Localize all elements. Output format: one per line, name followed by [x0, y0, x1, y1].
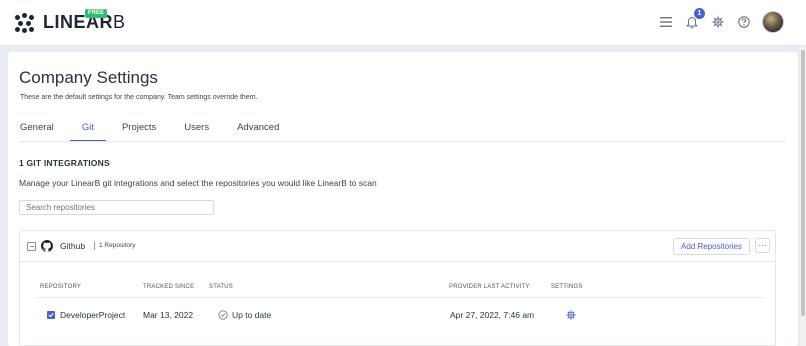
column-header-tracked-since[interactable]: TRACKED SINCE	[143, 284, 194, 290]
header-separator	[94, 242, 95, 250]
settings-card: Company Settings These are the default s…	[8, 52, 798, 346]
tab-advanced[interactable]: Advanced	[237, 122, 279, 142]
tab-projects[interactable]: Projects	[122, 122, 156, 142]
column-header-status[interactable]: STATUS	[209, 284, 233, 290]
github-integration-panel: Github 1 Repository Add Repositories ···…	[19, 230, 776, 346]
linearb-logo[interactable]: LINEARB	[15, 12, 126, 33]
status-text: Up to date	[232, 310, 272, 320]
git-integrations-heading: 1 GIT INTEGRATIONS	[19, 158, 110, 168]
tab-users[interactable]: Users	[184, 122, 209, 142]
provider-name: Github	[60, 241, 86, 251]
integration-header: Github 1 Repository Add Repositories ···	[20, 231, 775, 262]
tab-git[interactable]: Git	[69, 122, 106, 142]
table-header-divider	[37, 297, 763, 298]
add-repositories-button[interactable]: Add Repositories	[673, 238, 750, 255]
search-repositories-input[interactable]	[19, 200, 214, 215]
check-circle-icon	[218, 310, 228, 320]
github-icon	[41, 240, 53, 252]
more-options-button[interactable]: ···	[755, 238, 770, 253]
git-integrations-description: Manage your LinearB git integrations and…	[19, 178, 377, 188]
gear-icon[interactable]	[710, 14, 726, 30]
page-title: Company Settings	[19, 68, 158, 87]
free-plan-badge: FREE	[85, 9, 108, 18]
tabs-divider	[20, 141, 786, 142]
top-icons: 1	[658, 8, 784, 33]
column-header-settings: SETTINGS	[551, 284, 583, 290]
column-header-repository[interactable]: REPOSITORY	[40, 284, 81, 290]
notification-count-badge: 1	[694, 8, 705, 19]
collapse-toggle[interactable]	[27, 242, 36, 251]
checkmark-icon	[48, 313, 54, 318]
bell-icon[interactable]: 1	[684, 8, 705, 30]
repository-settings-icon[interactable]	[566, 310, 576, 320]
tracked-since-date: Mar 13, 2022	[143, 310, 194, 320]
page-subtitle: These are the default settings for the c…	[20, 94, 258, 101]
logo-text-thin: B	[113, 12, 126, 32]
scrollbar-thumb[interactable]	[801, 50, 805, 316]
repository-count: 1 Repository	[99, 242, 136, 249]
top-bar: LINEARB FREE 1	[0, 0, 806, 46]
menu-icon[interactable]	[658, 14, 674, 30]
help-icon[interactable]	[736, 14, 752, 30]
tab-general[interactable]: General	[20, 122, 54, 142]
logo-mark-icon	[15, 12, 37, 33]
table-row: DeveloperProject Mar 13, 2022 Up to date…	[20, 310, 775, 327]
provider-last-activity: Apr 27, 2022, 7:46 am	[450, 310, 535, 320]
column-header-provider-activity[interactable]: PROVIDER LAST ACTIVITY	[449, 284, 530, 290]
user-avatar[interactable]	[762, 11, 784, 33]
repository-checkbox[interactable]	[47, 311, 55, 319]
settings-tabs: General Git Projects Users Advanced	[20, 122, 307, 142]
page-scrollbar[interactable]	[800, 46, 806, 346]
repository-name: DeveloperProject	[60, 310, 126, 320]
